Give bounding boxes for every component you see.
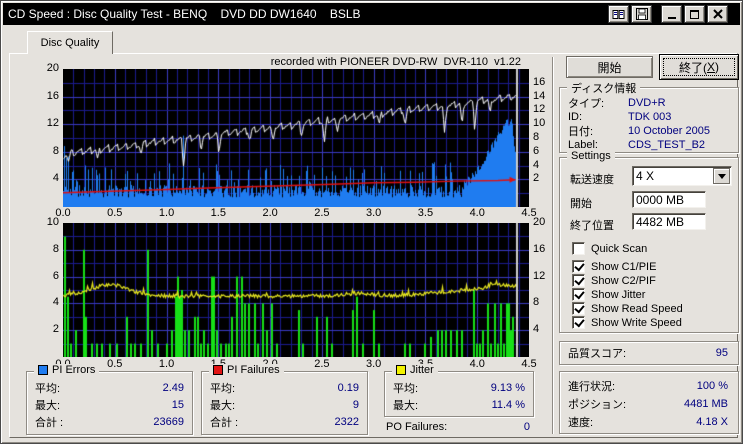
axis-tick-label: 3.5: [417, 207, 434, 219]
pi-errors-total-row: 合計 :23669: [35, 416, 184, 429]
axis-tick-label: 20: [46, 62, 59, 74]
axis-tick-label: 0.5: [107, 358, 123, 370]
start-pos-field[interactable]: 0000 MB: [632, 191, 706, 208]
pi-failures-total-row: 合計 :2322: [210, 416, 359, 429]
disc-id-row: ID: TDK 003: [568, 111, 672, 123]
progress-row: 進行状況: 100 %: [568, 380, 728, 393]
po-failures-label: PO Failures:: [386, 421, 448, 433]
axis-tick-label: 8: [52, 242, 59, 255]
speed-select[interactable]: 4 X: [632, 166, 732, 186]
jitter-chart-canvas: [63, 223, 529, 357]
axis-tick-label: 1.0: [158, 358, 175, 370]
checkbox-show-write-speed[interactable]: Show Write Speed: [572, 316, 682, 329]
disc-info-title: ディスク情報: [567, 80, 641, 96]
exit-button[interactable]: 終了(X): [659, 54, 739, 80]
end-pos-label: 終了位置: [570, 220, 614, 232]
jitter-title: Jitter: [410, 364, 434, 376]
show-read-speed-checkbox[interactable]: [572, 302, 585, 315]
checkbox-show-jitter[interactable]: Show Jitter: [572, 288, 645, 301]
quality-chart-canvas: [63, 69, 529, 207]
axis-tick-label: 4: [52, 296, 59, 309]
pi-errors-legend-swatch: [38, 365, 48, 375]
recorded-note: recorded with PIONEER DVD-RW DVR-110 v1.…: [270, 56, 521, 68]
po-failures-row: PO Failures: 0: [386, 421, 530, 433]
axis-tick-label: 4: [52, 172, 59, 185]
checkbox-show-c1-pie[interactable]: Show C1/PIE: [572, 260, 656, 273]
window-title: CD Speed : Disc Quality Test - BENQ DVD …: [8, 7, 361, 21]
show-c1-pie-checkbox[interactable]: [572, 260, 585, 273]
pi-failures-legend-swatch: [213, 365, 223, 375]
book-icon[interactable]: [608, 5, 629, 23]
checkbox-quick-scan[interactable]: Quick Scan: [572, 242, 647, 255]
disc-info-group: ディスク情報 タイプ: DVD+R ID: TDK 003 日付: 10 Octobe…: [559, 80, 739, 153]
axis-tick-label: 3.0: [366, 358, 382, 370]
quality-score-box: 品質スコア: 95: [559, 341, 739, 365]
jitter-max-row: 最大: 11.4 %: [393, 399, 525, 412]
pi-errors-max-row: 最大: 15: [35, 399, 184, 412]
jitter-group: Jitter 平均: 9.13 % 最大: 11.4 %: [384, 364, 534, 417]
show-jitter-checkbox[interactable]: [572, 288, 585, 301]
po-failures-value: 0: [523, 421, 530, 433]
app-window: CD Speed : Disc Quality Test - BENQ DVD …: [0, 0, 743, 444]
jitter-legend-swatch: [396, 365, 406, 375]
axis-tick-label: 16: [46, 89, 59, 102]
save-icon[interactable]: [631, 5, 652, 23]
settings-title: Settings: [567, 150, 615, 162]
pi-failures-max-row: 最大: 9: [210, 399, 359, 412]
axis-tick-label: 10: [46, 216, 59, 228]
checkbox-show-read-speed[interactable]: Show Read Speed: [572, 302, 683, 315]
pi-errors-group: PI Errors 平均: 2.49 最大: 15 合計 :23669: [26, 364, 193, 435]
speed-label: 転送速度: [570, 174, 614, 186]
quality-score-row: 品質スコア: 95: [568, 342, 728, 364]
start-pos-label: 開始: [570, 198, 592, 210]
axis-tick-label: 0.5: [107, 207, 123, 219]
disc-date-row: 日付: 10 October 2005: [568, 125, 710, 138]
maximize-icon: [690, 9, 699, 19]
end-pos-field[interactable]: 4482 MB: [632, 213, 706, 230]
combo-dropdown-button[interactable]: [713, 168, 730, 184]
pi-failures-title: PI Failures: [227, 364, 280, 376]
minimize-icon: [667, 10, 676, 19]
axis-tick-label: 2.5: [314, 358, 330, 370]
axis-tick-label: 6: [52, 269, 59, 282]
position-row: ポジション: 4481 MB: [568, 398, 728, 411]
axis-tick-label: 1.0: [158, 207, 175, 219]
axis-tick-label: 8: [52, 144, 59, 157]
progress-box: 進行状況: 100 % ポジション: 4481 MB 速度: 4.18 X: [559, 371, 739, 434]
pi-failures-group: PI Failures 平均: 0.19 最大: 9 合計 :2322: [201, 364, 368, 435]
titlebar: CD Speed : Disc Quality Test - BENQ DVD …: [3, 3, 740, 25]
quality-score-label: 品質スコア:: [568, 348, 627, 360]
disc-type-row: タイプ: DVD+R: [568, 97, 666, 110]
close-icon: [712, 9, 723, 19]
close-button[interactable]: [707, 5, 728, 23]
minimize-button[interactable]: [661, 5, 682, 23]
axis-tick-label: 3.0: [366, 207, 382, 219]
axis-tick-label: 4.0: [469, 358, 485, 370]
settings-group: Settings 転送速度 4 X 開始 0000 MB 終了位置 4482 M…: [559, 150, 739, 333]
axis-tick-label: 1.5: [210, 207, 226, 219]
quality-score-value: 95: [715, 347, 728, 359]
start-button[interactable]: 開始: [566, 56, 653, 78]
quick-scan-checkbox[interactable]: [572, 242, 585, 255]
pi-errors-title: PI Errors: [52, 364, 96, 376]
tab-disc-quality[interactable]: Disc Quality: [27, 31, 113, 54]
jitter-avg-row: 平均: 9.13 %: [393, 382, 525, 395]
axis-tick-label: 2.5: [314, 207, 330, 219]
pi-errors-avg-row: 平均: 2.49: [35, 382, 184, 395]
pi-failures-avg-row: 平均: 0.19: [210, 382, 359, 395]
vertical-separator: [552, 57, 554, 434]
axis-tick-label: 2.0: [262, 207, 278, 219]
maximize-button[interactable]: [684, 5, 705, 23]
show-write-speed-checkbox[interactable]: [572, 316, 585, 329]
show-c2-pif-checkbox[interactable]: [572, 274, 585, 287]
axis-tick-label: 2: [52, 323, 59, 336]
axis-tick-label: 4.0: [469, 207, 485, 219]
axis-tick-label: 4.5: [521, 358, 537, 370]
speed-row: 速度: 4.18 X: [568, 416, 728, 429]
chevron-down-icon: [717, 173, 726, 179]
axis-tick-label: 12: [46, 117, 59, 130]
checkbox-show-c2-pif[interactable]: Show C2/PIF: [572, 274, 656, 287]
